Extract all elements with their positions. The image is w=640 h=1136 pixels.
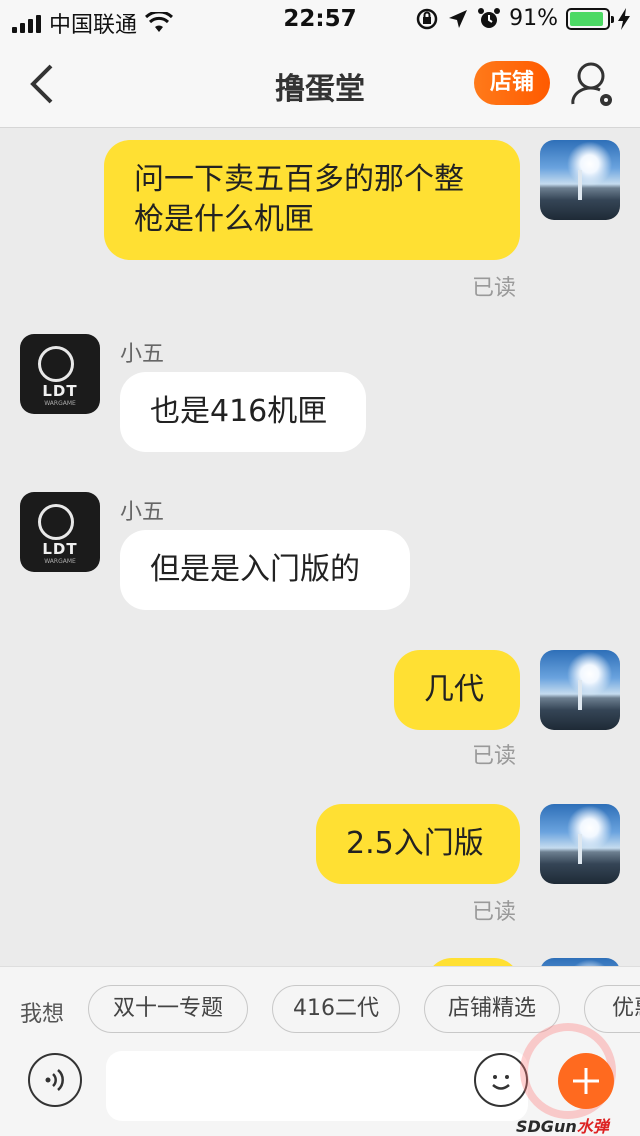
chevron-left-icon <box>30 64 53 104</box>
my-avatar[interactable] <box>540 958 620 966</box>
nav-bar: 撸蛋堂 店铺 <box>0 40 640 128</box>
carrier-label: 中国联通 <box>49 13 138 38</box>
back-button[interactable] <box>22 62 62 106</box>
ldt-logo-icon <box>38 346 74 382</box>
voice-button[interactable] <box>28 1053 82 1107</box>
emoji-button[interactable] <box>474 1053 528 1107</box>
suggestion-chip[interactable]: 优惠 <box>584 985 640 1033</box>
read-status: 已读 <box>472 900 517 925</box>
bottom-panel: 我想 双十一专题 416二代 店铺精选 优惠 SDGun水弹 <box>0 966 640 1136</box>
wifi-icon <box>145 12 174 32</box>
logo-text: LDT <box>42 382 78 400</box>
signal-icon <box>12 13 41 33</box>
top-bar: 中国联通 22:57 91% 撸蛋堂 店铺 <box>0 0 640 128</box>
my-avatar[interactable] <box>540 140 620 220</box>
status-left: 中国联通 <box>12 7 174 39</box>
read-status: 已读 <box>472 744 517 769</box>
status-bar: 中国联通 22:57 91% <box>0 0 640 40</box>
user-settings-button[interactable] <box>570 60 616 110</box>
rotation-lock-icon <box>416 8 438 29</box>
message-input[interactable] <box>106 1051 528 1121</box>
location-icon <box>449 9 468 28</box>
plus-button[interactable] <box>558 1053 614 1109</box>
sender-name: 小五 <box>120 500 165 525</box>
suggestion-row: 我想 双十一专题 416二代 店铺精选 优惠 <box>0 985 640 1035</box>
suggestion-chip[interactable]: 416二代 <box>272 985 400 1033</box>
shop-avatar[interactable]: LDT WARGAME <box>20 492 100 572</box>
watermark-text: SDGun水弹 <box>516 1113 609 1136</box>
suggestion-label: 我想 <box>20 1002 65 1027</box>
my-avatar[interactable] <box>540 650 620 730</box>
watermark-text-a: SDGun <box>516 1117 577 1136</box>
alarm-icon <box>478 7 501 28</box>
message-bubble[interactable]: 问一下卖五百多的那个整枪是什么机匣 <box>104 140 520 260</box>
user-settings-icon <box>571 62 612 106</box>
read-status: 已读 <box>472 276 517 301</box>
shop-button[interactable]: 店铺 <box>474 61 550 105</box>
message-bubble-partial[interactable] <box>426 958 520 966</box>
logo-subtext: WARGAME <box>44 400 76 407</box>
message-bubble[interactable]: 也是416机匣 <box>120 372 366 452</box>
battery-icon <box>566 7 614 30</box>
battery-percent: 91% <box>509 6 558 31</box>
ldt-logo-icon <box>38 504 74 540</box>
status-right: 91% <box>415 6 630 31</box>
plus-icon <box>573 1068 599 1094</box>
suggestion-chip[interactable]: 店铺精选 <box>424 985 560 1033</box>
chat-area[interactable]: 问一下卖五百多的那个整枪是什么机匣 已读 LDT WARGAME 小五 也是41… <box>0 128 640 966</box>
logo-subtext: WARGAME <box>44 558 76 565</box>
watermark-text-b: 水弹 <box>576 1117 609 1136</box>
logo-text: LDT <box>42 540 78 558</box>
message-bubble[interactable]: 但是是入门版的 <box>120 530 410 610</box>
charging-icon <box>618 7 630 30</box>
smiley-icon <box>492 1075 510 1090</box>
sender-name: 小五 <box>120 342 165 367</box>
suggestion-chip[interactable]: 双十一专题 <box>88 985 248 1033</box>
message-bubble[interactable]: 几代 <box>394 650 520 730</box>
shop-avatar[interactable]: LDT WARGAME <box>20 334 100 414</box>
message-bubble[interactable]: 2.5入门版 <box>316 804 520 884</box>
my-avatar[interactable] <box>540 804 620 884</box>
voice-wave-icon <box>45 1069 64 1091</box>
